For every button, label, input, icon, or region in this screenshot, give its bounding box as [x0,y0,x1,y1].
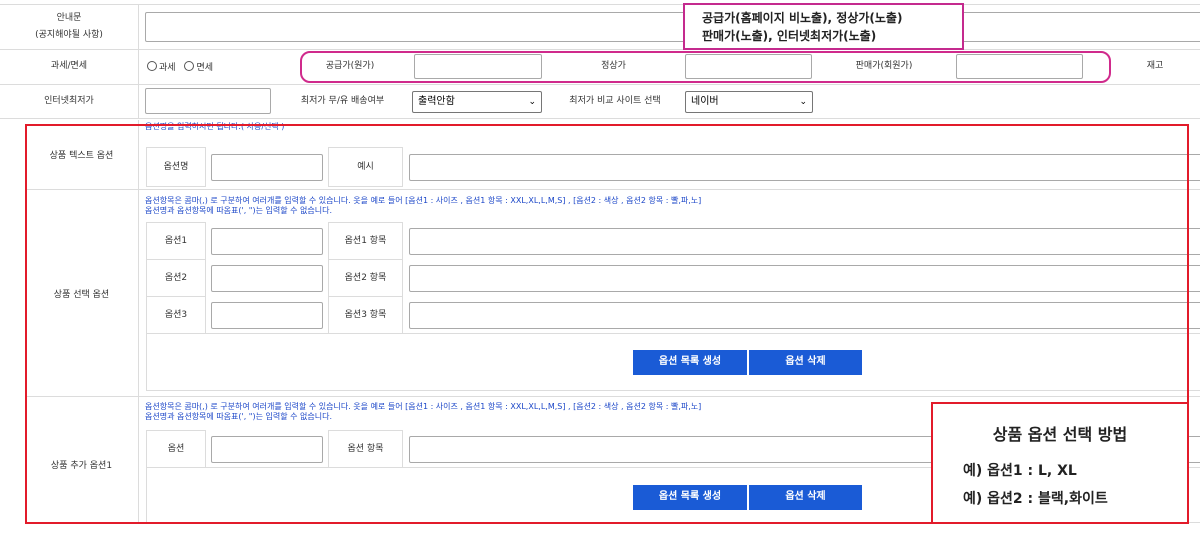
notice-textarea[interactable] [145,12,1200,42]
tax-radio-group: 과세 면세 [147,60,213,73]
stock-label: 재고 [1146,61,1164,71]
shipping-select[interactable]: 출력안함 ⌄ [412,91,542,113]
exempt-radio[interactable]: 면세 [184,61,213,73]
exempt-radio-label: 면세 [196,63,213,73]
radio-icon [147,61,157,71]
top-callout-line2: 판매가(노출), 인터넷최저가(노출) [702,29,877,43]
notice-label-line2: (공지해야될 사항) [35,30,103,40]
chevron-down-icon: ⌄ [528,97,536,107]
bottom-callout-title: 상품 옵션 선택 방법 [992,425,1128,444]
radio-icon [184,61,195,71]
tax-radio-label: 과세 [159,63,176,73]
compare-site-select-value: 네이버 [691,96,719,107]
top-callout-line1: 공급가(홈페이지 비노출), 정상가(노출) [702,11,903,25]
notice-label: 안내문 (공지해야될 사항) [0,12,138,42]
bottom-callout-ex2: 예) 옵션2 : 블랙,화이트 [963,491,1108,507]
bottom-callout: 상품 옵션 선택 방법 예) 옵션1 : L, XL 예) 옵션2 : 블랙,화… [931,402,1189,524]
tax-label: 과세/면세 [50,61,88,71]
notice-label-line1: 안내문 [56,13,82,23]
lowest-price-label: 인터넷최저가 [44,96,94,106]
compare-site-label: 최저가 비교 사이트 선택 [569,96,661,106]
shipping-label: 최저가 무/유 배송여부 [300,96,385,106]
top-callout: 공급가(홈페이지 비노출), 정상가(노출) 판매가(노출), 인터넷최저가(노… [683,3,964,50]
bottom-callout-ex1: 예) 옵션1 : L, XL [963,463,1077,479]
shipping-select-value: 출력안함 [418,96,455,107]
price-highlight [300,51,1111,83]
tax-radio[interactable]: 과세 [147,61,176,73]
lowest-price-input[interactable] [145,88,271,114]
compare-site-select[interactable]: 네이버 ⌄ [685,91,813,113]
chevron-down-icon: ⌄ [799,97,807,107]
